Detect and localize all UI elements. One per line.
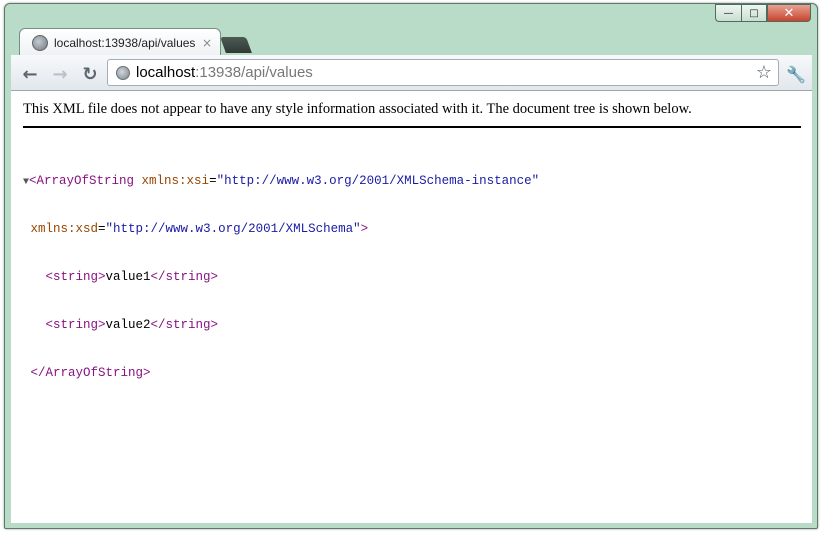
maximize-button[interactable]: □ (741, 4, 767, 22)
xml-root-tag: <ArrayOfString (29, 174, 135, 188)
wrench-icon[interactable]: 🔧 (785, 63, 807, 85)
minimize-icon: — (723, 7, 734, 19)
xml-item-value: value2 (105, 318, 151, 332)
xml-attr-xsi-value: "http://www.w3.org/2001/XMLSchema-instan… (216, 174, 540, 188)
xml-eq: = (209, 174, 217, 188)
xml-item-close: </string> (150, 318, 219, 332)
back-icon: ← (22, 63, 38, 85)
close-window-button[interactable]: ✕ (767, 4, 811, 22)
back-button[interactable]: ← (19, 63, 41, 85)
xml-item-value: value1 (105, 270, 151, 284)
star-icon[interactable]: ☆ (756, 62, 772, 83)
xml-item-close: </string> (150, 270, 219, 284)
globe-icon (116, 65, 130, 80)
reload-button[interactable]: ↻ (79, 63, 101, 85)
globe-icon (32, 34, 48, 51)
url-text: localhost:13938/api/values (136, 64, 756, 81)
xml-eq: = (98, 222, 106, 236)
window-controls: — □ ✕ (715, 4, 811, 24)
tab-title: localhost:13938/api/values (54, 35, 196, 50)
xml-root-tag-end: > (360, 222, 369, 236)
url-host: localhost (136, 64, 196, 81)
xml-item-open: <string> (45, 318, 106, 332)
address-bar[interactable]: localhost:13938/api/values ☆ (107, 59, 779, 86)
browser-window: — □ ✕ localhost:13938/api/values × ← → ↻… (4, 3, 818, 529)
xml-root-close-line: </ArrayOfString> (23, 365, 539, 381)
xml-item-open: <string> (45, 270, 106, 284)
close-icon: ✕ (783, 5, 795, 21)
xml-item-line: <string>value2</string> (23, 317, 539, 333)
tab-active[interactable]: localhost:13938/api/values × (19, 28, 221, 56)
xml-attr-xsi: xmlns:xsi (134, 174, 210, 188)
tab-close-icon[interactable]: × (202, 36, 212, 50)
minimize-button[interactable]: — (715, 4, 741, 22)
maximize-icon: □ (749, 7, 759, 19)
xml-root-open-line-2: xmlns:xsd="http://www.w3.org/2001/XMLSch… (23, 221, 539, 237)
xml-attr-xsd-value: "http://www.w3.org/2001/XMLSchema" (105, 222, 361, 236)
xml-tree: ▼<ArrayOfString xmlns:xsi="http://www.w3… (23, 141, 539, 413)
xml-attr-xsd: xmlns:xsd (30, 222, 99, 236)
xml-root-close-tag: </ArrayOfString> (30, 366, 151, 380)
xml-item-line: <string>value1</string> (23, 269, 539, 285)
xml-style-notice: This XML file does not appear to have an… (23, 101, 801, 128)
page-content: This XML file does not appear to have an… (11, 91, 812, 523)
forward-icon: → (52, 63, 68, 85)
reload-icon: ↻ (82, 63, 98, 85)
xml-root-open-line: ▼<ArrayOfString xmlns:xsi="http://www.w3… (23, 173, 539, 189)
new-tab-button[interactable] (220, 37, 252, 53)
url-path: :13938/api/values (195, 64, 313, 81)
toolbar: ← → ↻ localhost:13938/api/values ☆ 🔧 (11, 55, 812, 91)
forward-button[interactable]: → (49, 63, 71, 85)
